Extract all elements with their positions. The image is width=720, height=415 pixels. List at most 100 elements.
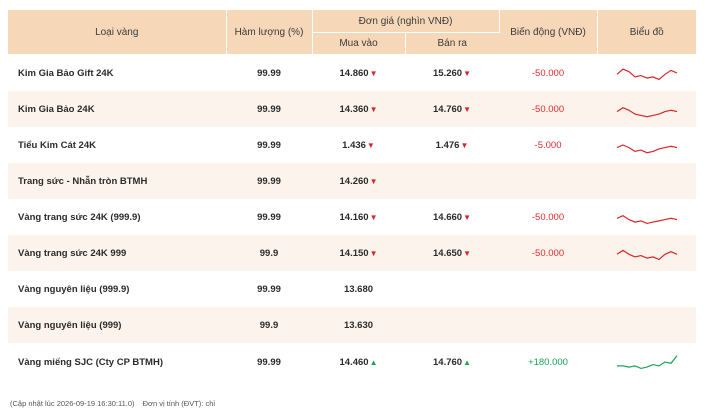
triangle-down-icon: ▼ xyxy=(463,212,471,222)
cell-chart xyxy=(597,271,697,307)
footer-updated: (Cập nhật lúc 2026-09-19 16:30:11.0) xyxy=(10,399,135,408)
cell-chart xyxy=(597,307,697,343)
cell-change xyxy=(499,163,598,199)
cell-change: +180.000 xyxy=(499,343,598,381)
header-purity: Hàm lượng (%) xyxy=(226,10,313,55)
purity-value: 99.9 xyxy=(259,247,279,259)
cell-purity: 99.9 xyxy=(226,307,312,343)
cell-buy: 14.360▼ xyxy=(312,91,405,127)
sell-price: 14.660 xyxy=(433,211,463,223)
cell-chart xyxy=(597,199,697,235)
gold-type-name: Vàng trang sức 24K 999 xyxy=(18,247,127,259)
cell-purity: 99.99 xyxy=(226,127,312,163)
cell-buy: 14.150▼ xyxy=(312,235,405,271)
header-price-group: Đơn giá (nghìn VNĐ) xyxy=(312,10,500,33)
table-row: Vàng nguyên liệu (999.9) 99.99 13.680 xyxy=(8,271,697,307)
cell-purity: 99.9 xyxy=(226,235,312,271)
table-row: Vàng trang sức 24K (999.9) 99.99 14.160 ▼ 14… xyxy=(8,199,697,235)
cell-purity: 99.99 xyxy=(226,199,312,235)
cell-buy: 1.436▼ xyxy=(312,127,405,163)
sparkline-line xyxy=(616,355,677,370)
sparkline-chart xyxy=(616,68,677,81)
cell-type: Vàng trang sức 24K (999.9) xyxy=(8,199,226,235)
triangle-up-icon: ▲ xyxy=(463,357,471,367)
change-value: -5.000 xyxy=(534,139,562,151)
cell-sell xyxy=(405,271,500,307)
sparkline-line xyxy=(616,144,677,154)
change-value: -50.000 xyxy=(531,103,565,115)
sparkline-line xyxy=(616,249,677,261)
cell-buy: 14.860▼ xyxy=(312,54,405,91)
cell-sell: 1.476▼ xyxy=(405,127,500,163)
buy-price: 1.436 xyxy=(342,139,366,151)
table-row: Vàng miếng SJC (Cty CP BTMH) 99.99 14.460▲… xyxy=(8,343,697,381)
header-buy: Mua vào xyxy=(312,32,406,55)
cell-change: -50.000 xyxy=(499,91,598,127)
gold-type-name: Tiểu Kim Cát 24K xyxy=(18,139,96,151)
cell-chart xyxy=(597,163,697,199)
cell-sell: 14.760▼ xyxy=(405,91,500,127)
cell-chart xyxy=(597,127,697,163)
cell-sell: 14.760▲ xyxy=(405,343,500,381)
purity-value: 99.99 xyxy=(257,211,281,223)
gold-type-name: Vàng miếng SJC (Cty CP BTMH) xyxy=(18,356,163,368)
cell-chart xyxy=(597,343,697,381)
cell-purity: 99.99 xyxy=(226,91,312,127)
gold-type-name: Vàng trang sức 24K (999.9) xyxy=(18,211,141,223)
cell-sell: 14.650▼ xyxy=(405,235,500,271)
sell-price: 1.476 xyxy=(435,139,460,151)
change-value: +180.000 xyxy=(528,356,568,368)
buy-price: 13.630 xyxy=(343,319,374,331)
header-sell: Bán ra xyxy=(405,32,500,55)
buy-price: 14.860 xyxy=(339,67,369,79)
cell-purity: 99.99 xyxy=(226,163,312,199)
change-value: -50.000 xyxy=(531,211,565,223)
change-value: -50.000 xyxy=(531,67,565,79)
cell-buy: 14.460▲ xyxy=(312,343,405,381)
sell-price: 14.760 xyxy=(433,103,463,115)
buy-price: 14.160 xyxy=(339,211,369,223)
triangle-down-icon: ▼ xyxy=(369,68,378,78)
cell-type: Tiểu Kim Cát 24K xyxy=(8,127,226,163)
footer-note: (Cập nhật lúc 2026-09-19 16:30:11.0) Đơn… xyxy=(10,399,215,408)
cell-sell: 14.660▼ xyxy=(405,199,500,235)
cell-buy: 13.630 xyxy=(312,307,405,343)
buy-price: 14.360 xyxy=(339,103,369,115)
cell-chart xyxy=(597,54,697,91)
table-row: Vàng trang sức 24K 999 99.9 14.150▼ 14.650▼… xyxy=(8,235,697,271)
gold-type-name: Trang sức - Nhẫn tròn BTMH xyxy=(18,175,148,187)
triangle-down-icon: ▼ xyxy=(460,140,469,150)
cell-type: Vàng nguyên liệu (999.9) xyxy=(8,271,226,307)
table-row: Kim Gia Bảo Gift 24K 99.99 14.860▼ 15.260▼ -… xyxy=(8,54,697,91)
purity-value: 99.99 xyxy=(257,356,281,368)
gold-type-name: Vàng nguyên liệu (999) xyxy=(18,319,122,331)
buy-price: 14.460 xyxy=(339,356,369,368)
cell-type: Kim Gia Bảo 24K xyxy=(8,91,226,127)
gold-type-name: Kim Gia Bảo 24K xyxy=(18,103,95,115)
cell-change: -5.000 xyxy=(499,127,598,163)
triangle-down-icon: ▼ xyxy=(463,68,471,78)
cell-type: Vàng nguyên liệu (999) xyxy=(8,307,226,343)
sparkline-chart xyxy=(616,215,677,225)
buy-price: 13.680 xyxy=(343,283,374,295)
purity-value: 99.99 xyxy=(257,67,281,79)
purity-value: 99.99 xyxy=(257,175,281,187)
gold-type-name: Vàng nguyên liệu (999.9) xyxy=(18,283,130,295)
triangle-down-icon: ▼ xyxy=(369,176,378,186)
triangle-down-icon: ▼ xyxy=(463,104,471,114)
cell-sell xyxy=(405,307,500,343)
table-row: Tiểu Kim Cát 24K 99.99 1.436▼ 1.476▼ -5.000 xyxy=(8,127,697,163)
cell-purity: 99.99 xyxy=(226,271,312,307)
sparkline-line xyxy=(616,68,677,81)
table-row: Kim Gia Bảo 24K 99.99 14.360▼ 14.760▼ -50.00… xyxy=(8,91,697,127)
purity-value: 99.9 xyxy=(259,319,279,331)
header-change: Biến động (VNĐ) xyxy=(499,10,598,55)
cell-change xyxy=(499,307,598,343)
triangle-down-icon: ▼ xyxy=(369,248,378,258)
purity-value: 99.99 xyxy=(257,139,281,151)
triangle-down-icon: ▼ xyxy=(463,248,471,258)
buy-price: 14.260 xyxy=(339,175,369,187)
table-row: Vàng nguyên liệu (999) 99.9 13.630 xyxy=(8,307,697,343)
gold-price-widget: Loại vàng Hàm lượng (%) Đơn giá (nghìn V… xyxy=(0,0,720,415)
cell-type: Vàng trang sức 24K 999 xyxy=(8,235,226,271)
